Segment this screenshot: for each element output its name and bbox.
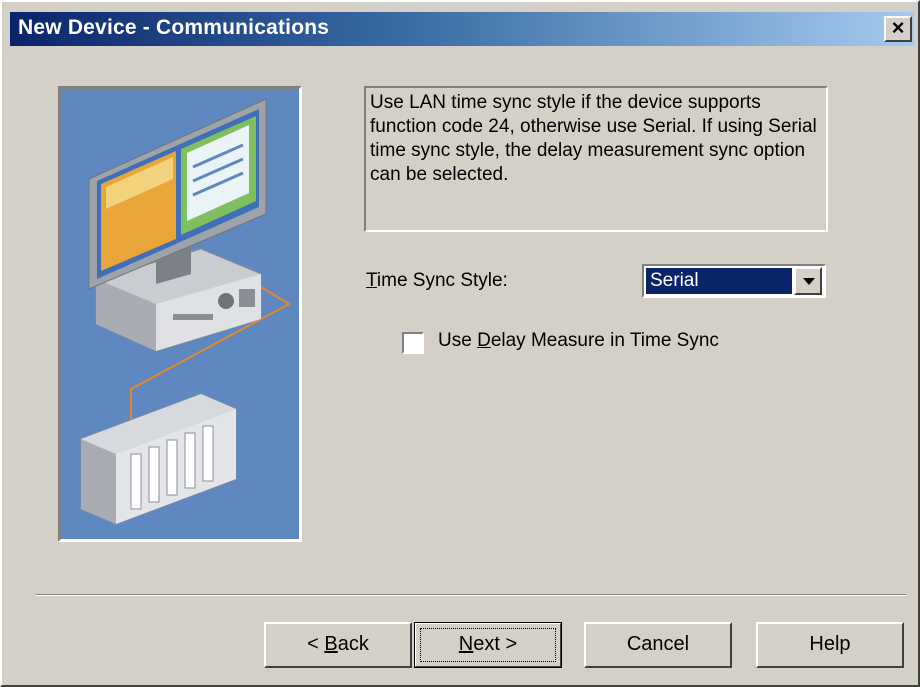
chevron-down-icon[interactable] <box>794 267 822 295</box>
close-button[interactable]: × <box>884 16 912 42</box>
delay-measure-checkbox[interactable] <box>402 332 424 354</box>
time-sync-label-text: ime Sync Style: <box>376 270 508 291</box>
delay-measure-label[interactable]: Use Delay Measure in Time Sync <box>438 330 719 352</box>
cancel-button[interactable]: Cancel <box>584 622 732 668</box>
dialog-window: New Device - Communications × Use LAN ti… <box>0 0 920 687</box>
footer-separator <box>36 594 906 596</box>
time-sync-style-value: Serial <box>646 268 792 294</box>
window-title: New Device - Communications <box>18 16 330 39</box>
wizard-illustration <box>58 86 302 542</box>
info-description: Use LAN time sync style if the device su… <box>364 86 828 232</box>
help-button[interactable]: Help <box>756 622 904 668</box>
mnemonic-d: D <box>477 330 491 351</box>
focus-rect <box>420 628 556 662</box>
back-button[interactable]: < Back <box>264 622 412 668</box>
mnemonic-b: B <box>324 633 338 655</box>
time-sync-style-label: Time Sync Style: <box>366 270 508 292</box>
close-icon: × <box>891 15 905 40</box>
next-button[interactable]: Next > <box>414 622 562 668</box>
pc-plc-network-icon <box>61 89 299 539</box>
title-bar[interactable]: New Device - Communications × <box>10 12 914 46</box>
mnemonic-t: T <box>366 270 377 291</box>
time-sync-style-select[interactable]: Serial <box>642 264 826 298</box>
